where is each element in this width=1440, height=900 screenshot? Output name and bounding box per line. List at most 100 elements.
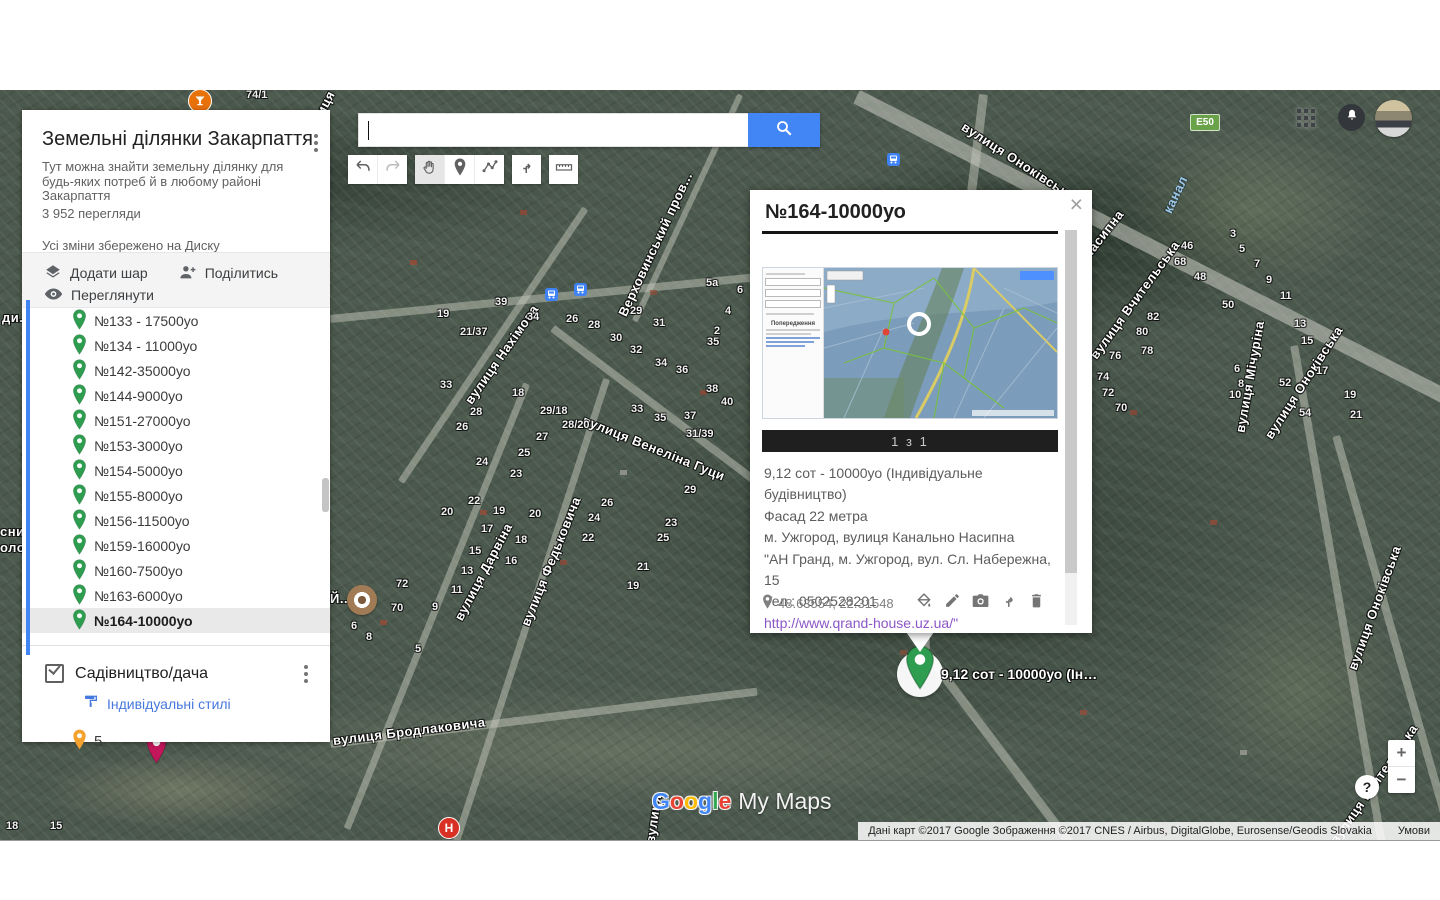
plot-list: №133 - 17500уо№134 - 11000уо №142-35000уо… (22, 308, 330, 645)
individual-styles-link[interactable]: Індивідуальні стилі (107, 696, 231, 712)
road (330, 688, 758, 748)
plot-list-item[interactable]: №160-7500уо (22, 558, 330, 583)
add-layer-button[interactable]: Додати шар (44, 263, 148, 284)
attribution-bar: Дані карт ©2017 Google Зображення ©2017 … (858, 822, 1440, 840)
search-bar (358, 113, 820, 147)
green-pin-icon (72, 434, 87, 458)
selected-marker-label: 9,12 сот - 10000уо (Ін… (941, 666, 1097, 682)
pan-tool-button[interactable] (415, 155, 445, 184)
plot-label: №163-6000уо (94, 588, 183, 604)
ruler-icon (555, 158, 573, 181)
plot-label: №154-5000уо (94, 463, 183, 479)
search-button[interactable] (748, 113, 820, 147)
plot-label: №160-7500уо (94, 563, 183, 579)
bell-icon (1345, 108, 1359, 127)
trash-icon[interactable] (1029, 592, 1044, 614)
plot-list-item[interactable]: №153-3000уо (22, 433, 330, 458)
zoom-out-button[interactable]: − (1388, 767, 1415, 793)
popup-photo[interactable]: Попередження (762, 267, 1058, 419)
layer-name[interactable]: Садівництво/дача (75, 665, 208, 683)
style-bucket-icon[interactable] (915, 592, 933, 614)
layer-count: 5 (94, 733, 102, 750)
notifications-button[interactable] (1338, 104, 1365, 131)
preview-button[interactable]: Переглянути (44, 287, 154, 304)
detail-line: Фасад 22 метра (764, 506, 1056, 527)
share-button[interactable]: Поділитись (178, 264, 278, 283)
plot-list-item[interactable]: №142-35000уо (22, 358, 330, 383)
plot-list-item[interactable]: №154-5000уо (22, 458, 330, 483)
my-maps-label: My Maps (738, 788, 831, 815)
green-pin-icon (72, 559, 87, 583)
polyline-icon (481, 158, 499, 181)
bottom-white-band (0, 840, 1440, 900)
detail-line: "АН Гранд, м. Ужгород, вул. Сл. Набережн… (764, 549, 1056, 592)
map-menu-button[interactable] (314, 134, 318, 152)
map-toolbar (348, 155, 578, 184)
plot-label: №159-16000уо (94, 538, 191, 554)
inset-form-panel: Попередження (763, 268, 824, 418)
road (398, 206, 588, 483)
logo-letter: G (652, 788, 670, 814)
edit-pencil-icon[interactable] (944, 592, 961, 614)
website-link[interactable]: http://www.qrand-house.uz.ua/" (764, 613, 1056, 634)
help-button[interactable]: ? (1355, 775, 1379, 799)
terms-link[interactable]: Умови (1398, 825, 1430, 837)
search-icon (775, 119, 793, 142)
plot-list-item[interactable]: №144-9000уо (22, 383, 330, 408)
undo-button[interactable] (348, 155, 378, 184)
sidebar-scrollbar[interactable] (322, 478, 329, 512)
plot-list-item[interactable]: №155-8000уо (22, 483, 330, 508)
popup-scrollbar[interactable] (1065, 230, 1077, 625)
add-marker-tool-button[interactable] (445, 155, 475, 184)
detail-line: м. Ужгород, вулиця Канально Насипна (764, 527, 1056, 548)
plot-list-item[interactable]: №163-6000уо (22, 583, 330, 608)
coords-pin-icon (762, 594, 773, 612)
eye-icon (44, 287, 63, 304)
layer-menu-button[interactable] (304, 665, 308, 683)
plot-list-item[interactable]: №134 - 11000уо (22, 333, 330, 358)
selected-marker-pin[interactable] (904, 645, 936, 695)
popup-divider (762, 231, 1058, 234)
info-popup: №164-10000уо × Попередження (750, 190, 1092, 633)
apps-grid-icon[interactable] (1297, 109, 1315, 127)
undo-icon (354, 158, 372, 181)
layer-checkbox[interactable] (45, 664, 64, 683)
road (1290, 345, 1402, 840)
map-title[interactable]: Земельні ділянки Закарпаття (42, 127, 316, 151)
preview-label: Переглянути (71, 287, 154, 303)
plot-label: №153-3000уо (94, 438, 183, 454)
plot-list-item[interactable]: №156-11500уо (22, 508, 330, 533)
popup-footer: 48.63554, 22.31548 (762, 590, 1068, 616)
plot-label: №156-11500уо (94, 513, 190, 529)
measure-tool-button[interactable] (549, 155, 578, 184)
redo-button[interactable] (378, 155, 407, 184)
plot-list-item[interactable]: №164-10000уо (22, 608, 330, 633)
sidebar-panel: Земельні ділянки Закарпаття Тут можна зн… (22, 110, 330, 742)
sidebar-actions: Додати шар Поділитись Переглянути (22, 252, 330, 308)
search-input[interactable] (358, 113, 748, 147)
green-pin-icon (72, 309, 87, 333)
green-pin-icon (72, 384, 87, 408)
draw-line-tool-button[interactable] (475, 155, 504, 184)
close-icon[interactable]: × (1070, 193, 1083, 216)
green-pin-icon (72, 509, 87, 533)
plot-label: №142-35000уо (94, 363, 191, 379)
account-avatar[interactable] (1375, 100, 1412, 137)
plot-list-item[interactable]: №159-16000уо (22, 533, 330, 558)
plot-list-item[interactable]: №151-27000уо (22, 408, 330, 433)
zoom-in-button[interactable]: + (1388, 740, 1415, 767)
coordinates: 48.63554, 22.31548 (778, 596, 894, 611)
green-pin-icon (72, 584, 87, 608)
camera-icon[interactable] (972, 593, 990, 614)
popup-scrollbar-thumb[interactable] (1065, 230, 1077, 573)
plot-list-item[interactable]: №133 - 17500уо (22, 308, 330, 333)
sidebar-blue-scroll-indicator[interactable] (26, 300, 30, 655)
plot-label: №144-9000уо (94, 388, 183, 404)
add-layer-label: Додати шар (70, 265, 148, 281)
map-description: Тут можна знайти земельну ділянку для бу… (42, 160, 294, 204)
poi-circle-marker[interactable] (347, 585, 377, 615)
layer-section: Садівництво/дача Індивідуальні стилі 5 (22, 645, 330, 754)
directions-tool-button[interactable] (512, 155, 541, 184)
saved-status: Усі зміни збережено на Диску (42, 238, 316, 253)
directions-icon[interactable] (1001, 592, 1018, 614)
